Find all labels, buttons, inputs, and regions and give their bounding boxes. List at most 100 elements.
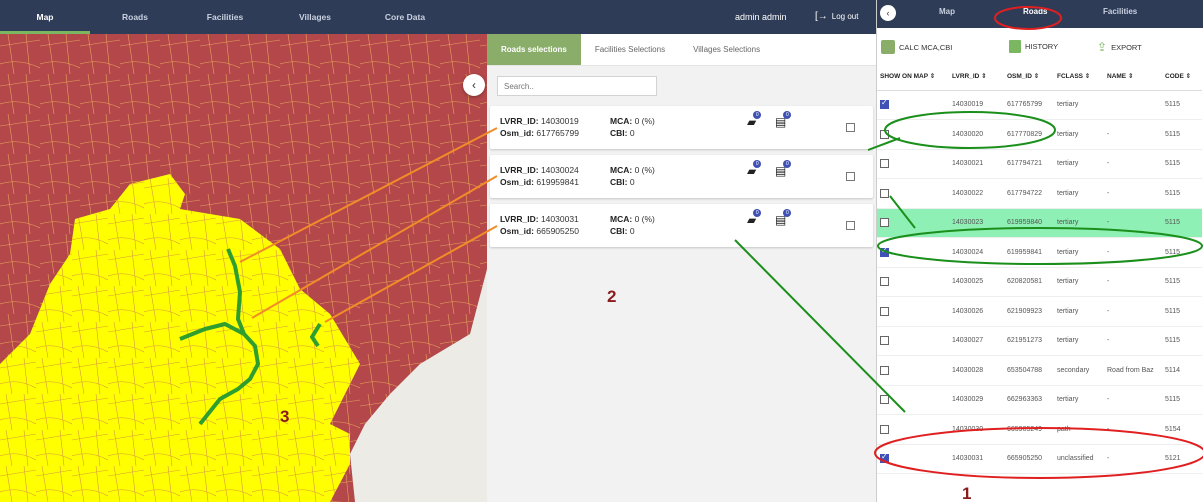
comment-icon[interactable]: ▤ 0: [775, 209, 792, 227]
lvrr-label: LVRR_ID:: [500, 116, 539, 126]
lvrr-id-cell: 14030024: [949, 237, 1004, 268]
history-label: HISTORY: [1025, 42, 1059, 51]
col-lvrr-id[interactable]: LVRR_ID ⇕: [949, 62, 1004, 91]
tab-facilities-selections[interactable]: Facilities Selections: [581, 34, 679, 65]
show-on-map-checkbox[interactable]: [880, 424, 889, 434]
show-on-map-checkbox[interactable]: [880, 277, 889, 287]
right-nav-facilities[interactable]: Facilities: [1103, 0, 1137, 24]
logout-label: Log out: [831, 12, 859, 21]
show-on-map-checkbox[interactable]: [880, 98, 889, 110]
image-icon[interactable]: ▰ 0: [747, 160, 762, 178]
card-checkbox[interactable]: [846, 221, 855, 230]
right-nav-map[interactable]: Map: [939, 0, 955, 24]
image-icon[interactable]: ▰ 0: [747, 111, 762, 129]
table-row[interactable]: 14030026 621909923 tertiary -5115: [877, 296, 1202, 327]
col-name[interactable]: NAME ⇕: [1104, 62, 1162, 91]
card-checkbox[interactable]: [846, 123, 855, 132]
col-osm-id[interactable]: OSM_ID ⇕: [1004, 62, 1054, 91]
map-canvas: [0, 34, 487, 502]
show-on-map-checkbox[interactable]: [880, 246, 889, 257]
calc-mca-cbi-button[interactable]: CALC MCA,CBI: [881, 40, 952, 54]
table-row[interactable]: 14030031665905250unclassified-5121: [877, 444, 1202, 474]
osm-id-cell: 665905250: [1004, 444, 1054, 474]
col-show-on-map[interactable]: SHOW ON MAP ⇕: [877, 62, 949, 91]
selection-card: LVRR_ID: 14030031 Osm_id: 665905250 MCA: …: [490, 204, 873, 247]
cbi-label: CBI:: [610, 128, 628, 138]
show-on-map-checkbox[interactable]: [880, 452, 889, 464]
name-cell: -: [1104, 149, 1162, 179]
comment-icon[interactable]: ▤ 0: [775, 111, 792, 129]
show-on-map-checkbox[interactable]: [880, 129, 889, 139]
col-code[interactable]: CODE ⇕: [1162, 62, 1202, 91]
table-row[interactable]: 14030025 620820581 tertiary -5115: [877, 267, 1202, 297]
selection-card: LVRR_ID: 14030019 Osm_id: 617765799 MCA: …: [490, 106, 873, 149]
table-row[interactable]: 14030028 653504788 secondary Road from Baz 5…: [877, 355, 1202, 386]
lvrr-id-cell: 14030019: [949, 90, 1004, 120]
history-button[interactable]: HISTORY: [1009, 40, 1058, 53]
lvrr-id-cell: 14030031: [949, 444, 1004, 474]
table-row[interactable]: 14030027 621951273 tertiary -5115: [877, 326, 1202, 356]
cbi-value: 0: [629, 177, 635, 187]
osm-label: Osm_id:: [500, 128, 535, 138]
selection-tabs: Roads selections Facilities Selections V…: [487, 34, 876, 66]
lvrr-id-cell: 14030023: [949, 208, 1004, 238]
name-cell: -: [1104, 444, 1162, 474]
show-on-map-checkbox[interactable]: [880, 159, 889, 169]
table-row[interactable]: 14030023 619959840 tertiary -5115: [877, 208, 1202, 238]
table-row[interactable]: 14030029 662963363 tertiary -5115: [877, 385, 1202, 415]
fclass-cell: tertiary: [1054, 119, 1104, 150]
code-cell: 5115: [1162, 267, 1202, 297]
search-input[interactable]: [497, 76, 657, 96]
lvrr-id-cell: 14030026: [949, 296, 1004, 327]
back-icon[interactable]: ‹: [880, 5, 896, 21]
fclass-cell: tertiary: [1054, 267, 1104, 297]
name-cell: -: [1104, 326, 1162, 356]
fclass-cell: tertiary: [1054, 385, 1104, 415]
tab-roads-selections[interactable]: Roads selections: [487, 34, 581, 65]
name-cell: [1104, 90, 1162, 120]
nav-villages[interactable]: Villages: [270, 0, 360, 34]
fclass-cell: tertiary: [1054, 90, 1104, 120]
table-row[interactable]: 14030020 617770829 tertiary -5115: [877, 119, 1202, 150]
name-cell: -: [1104, 178, 1162, 209]
code-cell: 5115: [1162, 119, 1202, 150]
lvrr-id-cell: 14030025: [949, 267, 1004, 297]
table-row[interactable]: 14030022 617794722 tertiary -5115: [877, 178, 1202, 209]
nav-map[interactable]: Map: [0, 0, 90, 34]
name-cell: Road from Baz: [1104, 355, 1162, 386]
tab-villages-selections[interactable]: Villages Selections: [679, 34, 774, 65]
show-on-map-checkbox[interactable]: [880, 218, 889, 228]
name-cell: -: [1104, 119, 1162, 150]
nav-roads[interactable]: Roads: [90, 0, 180, 34]
osm-id-cell: 621909923: [1004, 296, 1054, 327]
logout-icon: [→: [815, 11, 828, 22]
table-row[interactable]: 14030024619959841tertiary-5115: [877, 237, 1202, 268]
show-on-map-checkbox[interactable]: [880, 395, 889, 405]
right-nav-roads[interactable]: Roads: [1023, 0, 1047, 24]
map-view[interactable]: ‹: [0, 34, 487, 502]
col-fclass[interactable]: FCLASS ⇕: [1054, 62, 1104, 91]
card-checkbox[interactable]: [846, 172, 855, 181]
nav-core-data[interactable]: Core Data: [360, 0, 450, 34]
table-row[interactable]: 14030019617765799tertiary 5115: [877, 90, 1202, 120]
image-icon[interactable]: ▰ 0: [747, 209, 762, 227]
name-cell: -: [1104, 237, 1162, 268]
show-on-map-checkbox[interactable]: [880, 188, 889, 198]
table-header-row: SHOW ON MAP ⇕ LVRR_ID ⇕ OSM_ID ⇕ FCLASS …: [877, 62, 1202, 91]
show-on-map-cell: [877, 385, 949, 415]
comment-icon[interactable]: ▤ 0: [775, 160, 792, 178]
export-button[interactable]: ⇪ EXPORT: [1097, 40, 1142, 54]
collapse-panel-button[interactable]: ‹: [463, 74, 485, 96]
nav-facilities[interactable]: Facilities: [180, 0, 270, 34]
table-row[interactable]: 14030030 665905249 path -5154: [877, 414, 1202, 445]
show-on-map-checkbox[interactable]: [880, 365, 889, 375]
fclass-cell: path: [1054, 414, 1104, 445]
lvrr-id-cell: 14030021: [949, 149, 1004, 179]
logout-button[interactable]: [→ Log out: [815, 0, 858, 34]
export-icon: ⇪: [1097, 40, 1108, 54]
show-on-map-checkbox[interactable]: [880, 306, 889, 316]
osm-value: 619959841: [536, 177, 579, 187]
calculator-icon: [881, 40, 895, 54]
table-row[interactable]: 14030021 617794721 tertiary -5115: [877, 149, 1202, 179]
show-on-map-checkbox[interactable]: [880, 336, 889, 346]
